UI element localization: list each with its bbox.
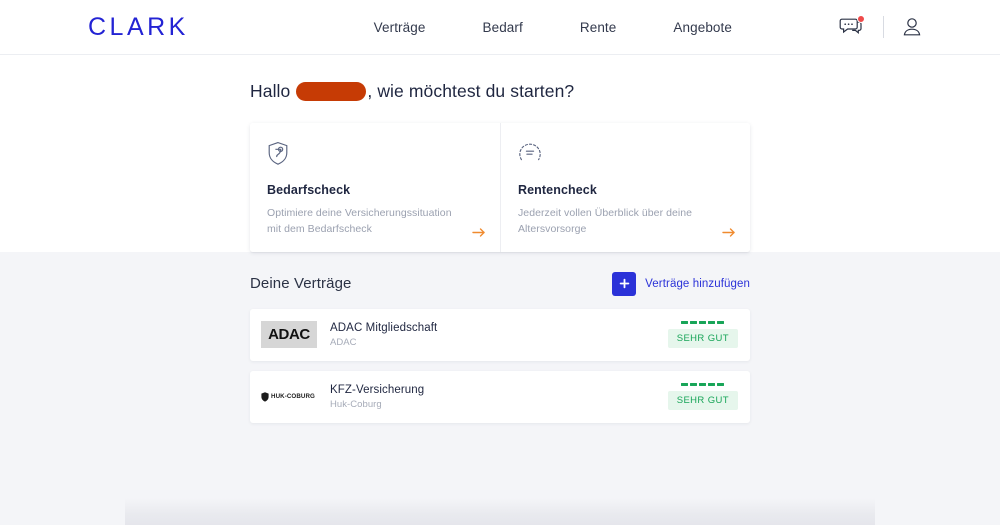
notification-badge <box>857 15 865 23</box>
rating-dash <box>681 383 689 386</box>
action-cards: Bedarfscheck Optimiere deine Versicherun… <box>250 123 750 252</box>
huk-shield-icon <box>261 391 269 402</box>
greeting-prefix: Hallo <box>250 81 291 101</box>
card-description: Jederzeit vollen Überblick über deine Al… <box>518 207 693 235</box>
rating-dash <box>690 383 698 386</box>
main-navigation: Verträge Bedarf Rente Angebote <box>374 15 1000 38</box>
contract-info: KFZ-Versicherung Huk-Coburg <box>330 384 668 410</box>
card-rentencheck[interactable]: Rentencheck Jederzeit vollen Überblick ü… <box>500 123 750 252</box>
contracts-section: Deine Verträge Verträge hinzufügen ADAC … <box>0 251 1000 525</box>
hero-inner: Hallo , wie möchtest du starten? Bedarfs… <box>250 81 750 252</box>
rating-dash <box>690 321 698 324</box>
rating-dash <box>717 321 725 324</box>
rating-dash <box>699 383 707 386</box>
contract-rating: SEHR GUT <box>667 321 738 348</box>
section-title: Deine Verträge <box>250 275 352 292</box>
card-bedarfscheck[interactable]: Bedarfscheck Optimiere deine Versicherun… <box>250 123 500 252</box>
contract-row-adac[interactable]: ADAC ADAC Mitgliedschaft ADAC SEHR GUT <box>250 308 750 361</box>
contract-name: KFZ-Versicherung <box>330 383 425 396</box>
plus-icon <box>612 271 637 296</box>
card-title: Rentencheck <box>518 183 597 197</box>
rating-dashes <box>681 383 725 386</box>
add-contract-button[interactable]: Verträge hinzufügen <box>612 271 750 296</box>
rating-dash <box>717 383 725 386</box>
contract-company: ADAC <box>330 336 357 348</box>
huk-coburg-wordmark: HUK-COBURG <box>271 393 315 400</box>
status-badge: SEHR GUT <box>667 391 738 410</box>
user-avatar-icon[interactable] <box>902 16 922 38</box>
rating-dash <box>708 321 716 324</box>
header-icon-group <box>839 15 922 38</box>
card-description: Optimiere deine Versicherungssituation m… <box>267 207 452 235</box>
redacted-username <box>296 82 367 101</box>
contract-name: ADAC Mitgliedschaft <box>330 321 438 334</box>
card-title: Bedarfscheck <box>267 183 351 197</box>
add-contract-label: Verträge hinzufügen <box>645 277 750 290</box>
nav-item-vertraege[interactable]: Verträge <box>374 20 426 35</box>
contract-company: Huk-Coburg <box>330 398 382 410</box>
site-header: CLARK Verträge Bedarf Rente Angebote <box>0 0 1000 55</box>
greeting-heading: Hallo , wie möchtest du starten? <box>250 81 750 102</box>
status-badge: SEHR GUT <box>667 329 738 348</box>
contract-row-huk-coburg[interactable]: HUK-COBURG KFZ-Versicherung Huk-Coburg S… <box>250 370 750 423</box>
huk-coburg-logo: HUK-COBURG <box>261 383 317 410</box>
contracts-inner: Deine Verträge Verträge hinzufügen ADAC … <box>250 271 750 423</box>
rating-dashes <box>681 321 725 324</box>
contract-list: ADAC ADAC Mitgliedschaft ADAC SEHR GUT H… <box>250 308 750 423</box>
rating-dash <box>708 383 716 386</box>
hero-section: Hallo , wie möchtest du starten? Bedarfs… <box>0 55 1000 252</box>
adac-logo: ADAC <box>261 321 317 348</box>
contract-info: ADAC Mitgliedschaft ADAC <box>330 322 668 348</box>
chat-bubble-icon[interactable] <box>839 15 865 38</box>
rating-dash <box>699 321 707 324</box>
nav-item-bedarf[interactable]: Bedarf <box>482 20 522 35</box>
arrow-right-icon[interactable] <box>472 227 486 240</box>
contract-rating: SEHR GUT <box>667 383 738 410</box>
nav-item-angebote[interactable]: Angebote <box>673 20 732 35</box>
greeting-suffix: , wie möchtest du starten? <box>367 81 575 101</box>
arrow-right-icon[interactable] <box>722 227 736 240</box>
nav-item-rente[interactable]: Rente <box>580 20 617 35</box>
shield-icon <box>267 141 483 167</box>
gauge-icon <box>518 141 733 167</box>
header-divider <box>883 16 884 38</box>
clark-logo[interactable]: CLARK <box>88 14 189 40</box>
contracts-header: Deine Verträge Verträge hinzufügen <box>250 271 750 296</box>
rating-dash <box>681 321 689 324</box>
